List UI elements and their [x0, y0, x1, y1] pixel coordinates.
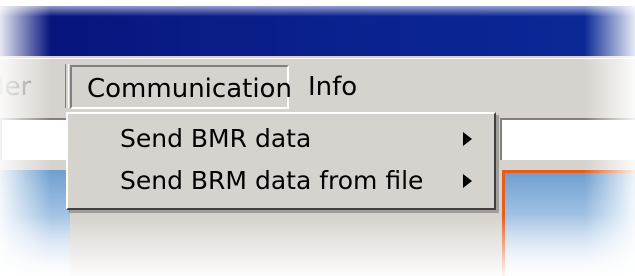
menu-item-send-bmr-data[interactable]: Send BMR data — [68, 118, 492, 160]
menu-item-info[interactable]: Info — [298, 65, 367, 109]
content-panel-right[interactable] — [502, 170, 635, 276]
menu-item-send-brm-data-from-file[interactable]: Send BRM data from file — [68, 160, 492, 202]
menu-separator — [65, 64, 69, 108]
text-field-right[interactable] — [500, 118, 635, 160]
menu-item-partial[interactable]: der — [0, 65, 41, 109]
menu-item-label: Send BRM data from file — [120, 166, 424, 195]
text-field-left[interactable] — [0, 118, 72, 160]
communication-menu: Send BMR data Send BRM data from file — [66, 112, 496, 210]
menu-bar: der Communication Info — [0, 58, 635, 115]
menu-item-label: Send BMR data — [120, 124, 312, 153]
submenu-arrow-icon — [463, 174, 472, 188]
title-bar[interactable] — [0, 6, 635, 58]
submenu-arrow-icon — [463, 132, 472, 146]
menu-item-communication[interactable]: Communication — [70, 65, 292, 109]
content-panel-left — [0, 170, 70, 276]
application-window: der Communication Info Send BMR data Sen… — [0, 0, 635, 276]
